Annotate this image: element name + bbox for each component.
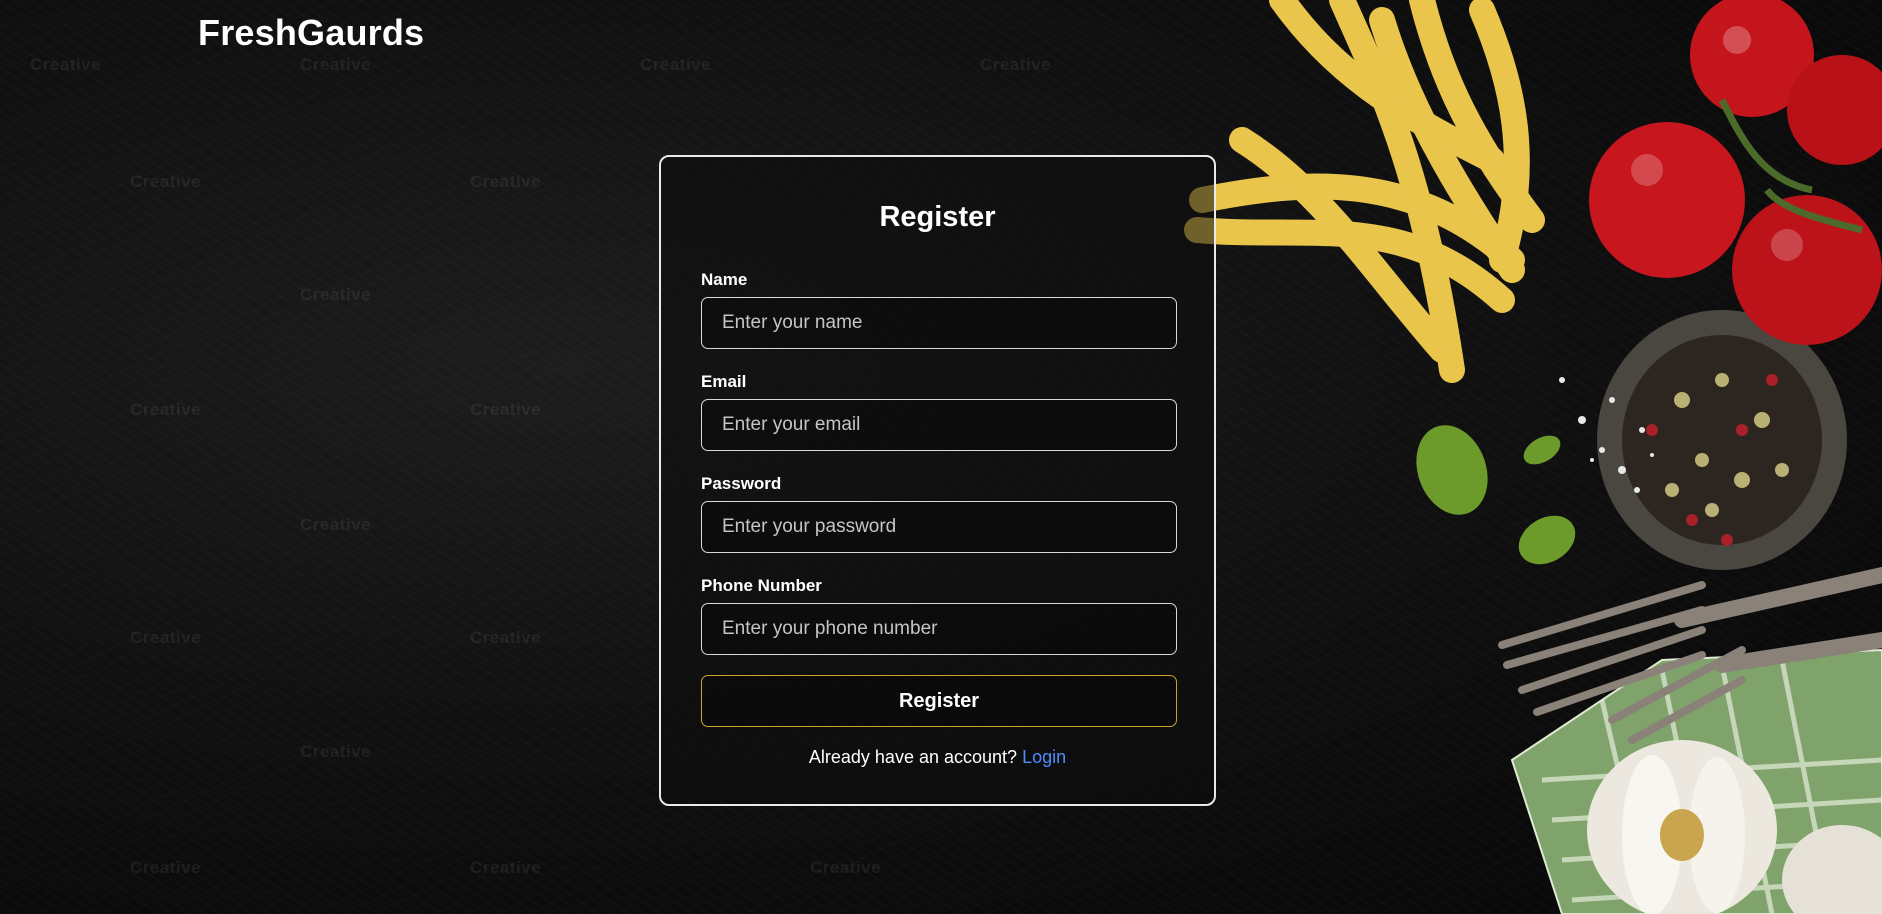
email-input[interactable] (701, 399, 1177, 451)
watermark: Creative (300, 742, 372, 761)
watermark: Creative (130, 400, 202, 419)
register-card: Register Name Email Password Phone Numbe… (659, 155, 1216, 806)
watermark: Creative (980, 55, 1052, 74)
watermark: Creative (30, 55, 102, 74)
watermark: Creative (130, 858, 202, 877)
login-prompt-text: Already have an account? (808, 747, 1018, 767)
watermark: Creative (130, 172, 202, 191)
watermark: Creative (470, 400, 542, 419)
watermark: Creative (300, 285, 372, 304)
email-label: Email (701, 372, 747, 391)
brand-logo: FreshGaurds (198, 12, 425, 53)
cherry-tomatoes (1589, 0, 1882, 345)
watermark: Creative (130, 628, 202, 647)
tagliatelle-pasta (1184, 0, 1545, 383)
phone-label: Phone Number (701, 576, 822, 595)
watermark: Creative (300, 515, 372, 534)
login-link[interactable]: Login (1022, 747, 1066, 767)
peppercorn-bowl (1597, 310, 1847, 570)
password-label: Password (701, 474, 782, 493)
watermark: Creative (300, 55, 372, 74)
watermark: Creative (640, 55, 712, 74)
register-button[interactable]: Register (701, 675, 1177, 727)
name-label: Name (701, 270, 748, 289)
password-input[interactable] (701, 501, 1177, 553)
basil-leaves (1416, 425, 1576, 565)
watermark: Creative (470, 858, 542, 877)
watermark: Creative (470, 172, 542, 191)
login-prompt: Already have an account? Login (661, 747, 1214, 768)
form-title: Register (879, 201, 996, 233)
watermark: Creative (810, 858, 882, 877)
watermark: Creative (470, 628, 542, 647)
food-background-image (1184, 0, 1882, 914)
name-input[interactable] (701, 297, 1177, 349)
phone-input[interactable] (701, 603, 1177, 655)
